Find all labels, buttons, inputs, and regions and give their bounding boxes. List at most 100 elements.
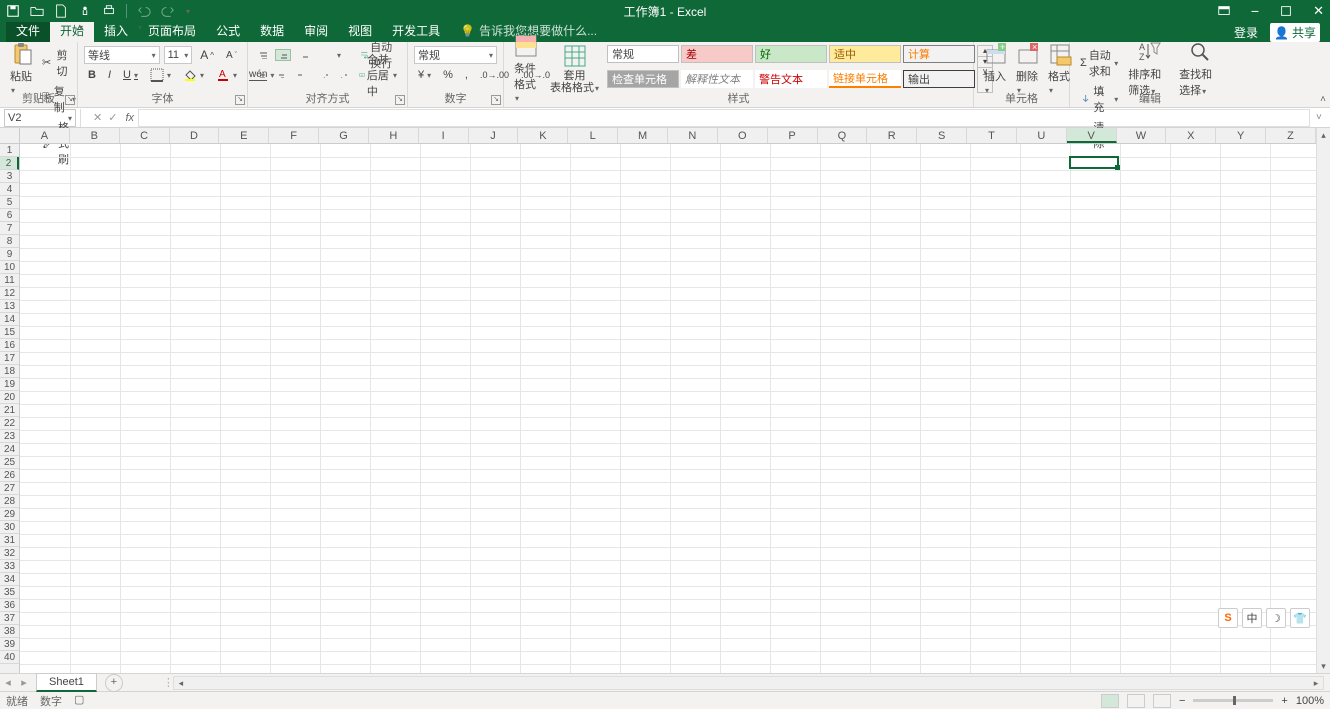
- scroll-right-button[interactable]: ▸: [1309, 677, 1323, 689]
- alignment-launcher[interactable]: ↘: [395, 95, 405, 105]
- tab-insert[interactable]: 插入: [94, 19, 138, 42]
- row-header[interactable]: 24: [0, 443, 19, 456]
- ime-chinese-icon[interactable]: 中: [1242, 608, 1262, 628]
- macro-record-icon[interactable]: ▢: [74, 693, 84, 709]
- row-header[interactable]: 4: [0, 183, 19, 196]
- align-middle-button[interactable]: [275, 49, 292, 62]
- row-header[interactable]: 16: [0, 339, 19, 352]
- column-header[interactable]: K: [518, 128, 568, 143]
- orientation-button[interactable]: ab: [324, 49, 345, 62]
- column-header[interactable]: J: [469, 128, 519, 143]
- shrink-font-button[interactable]: Aˇ: [222, 48, 241, 63]
- new-file-icon[interactable]: [54, 4, 68, 18]
- italic-button[interactable]: I: [104, 67, 115, 83]
- style-normal[interactable]: 常规: [607, 45, 679, 63]
- autosum-button[interactable]: Σ自动求和: [1076, 45, 1122, 81]
- style-output[interactable]: 输出: [903, 70, 975, 88]
- decrease-indent-button[interactable]: [317, 70, 332, 81]
- column-header[interactable]: E: [219, 128, 269, 143]
- row-header[interactable]: 3: [0, 170, 19, 183]
- column-header[interactable]: W: [1117, 128, 1167, 143]
- row-header[interactable]: 2: [0, 157, 19, 170]
- column-header[interactable]: I: [419, 128, 469, 143]
- scroll-up-button[interactable]: ▴: [1317, 128, 1330, 142]
- expand-formula-bar-button[interactable]: ˅: [1316, 112, 1330, 123]
- style-link[interactable]: 链接单元格: [829, 70, 901, 88]
- increase-indent-button[interactable]: [336, 70, 351, 81]
- view-normal-button[interactable]: [1101, 694, 1119, 708]
- font-size-combo[interactable]: 11: [164, 46, 193, 64]
- tab-formulas[interactable]: 公式: [206, 19, 250, 42]
- maximize-button[interactable]: [1279, 4, 1293, 18]
- grow-font-button[interactable]: A^: [196, 46, 218, 64]
- minimize-button[interactable]: −: [1251, 3, 1259, 19]
- redo-icon[interactable]: [161, 4, 175, 18]
- row-header[interactable]: 10: [0, 261, 19, 274]
- column-header[interactable]: Q: [818, 128, 868, 143]
- cell-styles-gallery[interactable]: 常规 差 好 适中 计算 检查单元格 解释性文本 警告文本 链接单元格 输出: [607, 45, 975, 93]
- comma-button[interactable]: ,: [461, 67, 472, 83]
- vertical-scrollbar[interactable]: ▴ ▾: [1316, 128, 1330, 673]
- column-header[interactable]: S: [917, 128, 967, 143]
- column-header[interactable]: O: [718, 128, 768, 143]
- cut-button[interactable]: ✂剪切: [38, 45, 80, 81]
- selected-cell[interactable]: [1069, 156, 1119, 169]
- ribbon-display-options-icon[interactable]: [1217, 4, 1231, 18]
- tab-file[interactable]: 文件: [6, 19, 50, 42]
- login-link[interactable]: 登录: [1234, 24, 1258, 41]
- sort-filter-button[interactable]: AZ排序和筛选: [1124, 45, 1173, 93]
- style-good[interactable]: 好: [755, 45, 827, 63]
- column-header[interactable]: V: [1067, 128, 1117, 143]
- qat-customize-dropdown[interactable]: [185, 5, 190, 17]
- row-header[interactable]: 32: [0, 547, 19, 560]
- row-header[interactable]: 14: [0, 313, 19, 326]
- font-name-combo[interactable]: 等线: [84, 46, 160, 64]
- row-header[interactable]: 30: [0, 521, 19, 534]
- column-header[interactable]: N: [668, 128, 718, 143]
- style-warn[interactable]: 警告文本: [755, 70, 827, 88]
- scroll-down-button[interactable]: ▾: [1317, 659, 1330, 673]
- accounting-format-button[interactable]: ¥: [414, 67, 435, 83]
- sheet-nav-first[interactable]: ◂: [0, 676, 16, 689]
- close-button[interactable]: ✕: [1313, 3, 1324, 19]
- ime-moon-icon[interactable]: ☽: [1266, 608, 1286, 628]
- row-header[interactable]: 20: [0, 391, 19, 404]
- add-sheet-button[interactable]: +: [105, 674, 123, 692]
- delete-cells-button[interactable]: ×删除: [1012, 45, 1044, 93]
- align-top-button[interactable]: [254, 49, 271, 62]
- row-header[interactable]: 8: [0, 235, 19, 248]
- border-button[interactable]: [146, 66, 175, 84]
- find-select-button[interactable]: 查找和选择: [1175, 45, 1224, 93]
- row-header[interactable]: 17: [0, 352, 19, 365]
- view-page-break-button[interactable]: [1153, 694, 1171, 708]
- row-header[interactable]: 25: [0, 456, 19, 469]
- formula-bar[interactable]: [138, 109, 1310, 127]
- row-header[interactable]: 1: [0, 144, 19, 157]
- align-center-button[interactable]: [273, 70, 288, 81]
- row-header[interactable]: 35: [0, 586, 19, 599]
- cancel-formula-button[interactable]: ✕: [93, 111, 102, 124]
- column-header[interactable]: U: [1017, 128, 1067, 143]
- style-bad[interactable]: 差: [681, 45, 753, 63]
- zoom-level[interactable]: 100%: [1296, 695, 1324, 707]
- row-header[interactable]: 6: [0, 209, 19, 222]
- percent-button[interactable]: %: [439, 67, 457, 83]
- row-header[interactable]: 18: [0, 365, 19, 378]
- column-header[interactable]: Z: [1266, 128, 1316, 143]
- save-icon[interactable]: [6, 4, 20, 18]
- style-calc[interactable]: 计算: [903, 45, 975, 63]
- format-as-table-button[interactable]: 套用 表格格式: [546, 45, 603, 93]
- row-header[interactable]: 12: [0, 287, 19, 300]
- row-header[interactable]: 29: [0, 508, 19, 521]
- row-header[interactable]: 36: [0, 599, 19, 612]
- zoom-slider[interactable]: [1193, 699, 1273, 702]
- scroll-left-button[interactable]: ◂: [174, 677, 188, 689]
- column-header[interactable]: D: [170, 128, 220, 143]
- row-header[interactable]: 28: [0, 495, 19, 508]
- style-neutral[interactable]: 适中: [829, 45, 901, 63]
- ime-skin-icon[interactable]: 👕: [1290, 608, 1310, 628]
- column-header[interactable]: H: [369, 128, 419, 143]
- column-header[interactable]: T: [967, 128, 1017, 143]
- row-header[interactable]: 37: [0, 612, 19, 625]
- font-launcher[interactable]: ↘: [235, 95, 245, 105]
